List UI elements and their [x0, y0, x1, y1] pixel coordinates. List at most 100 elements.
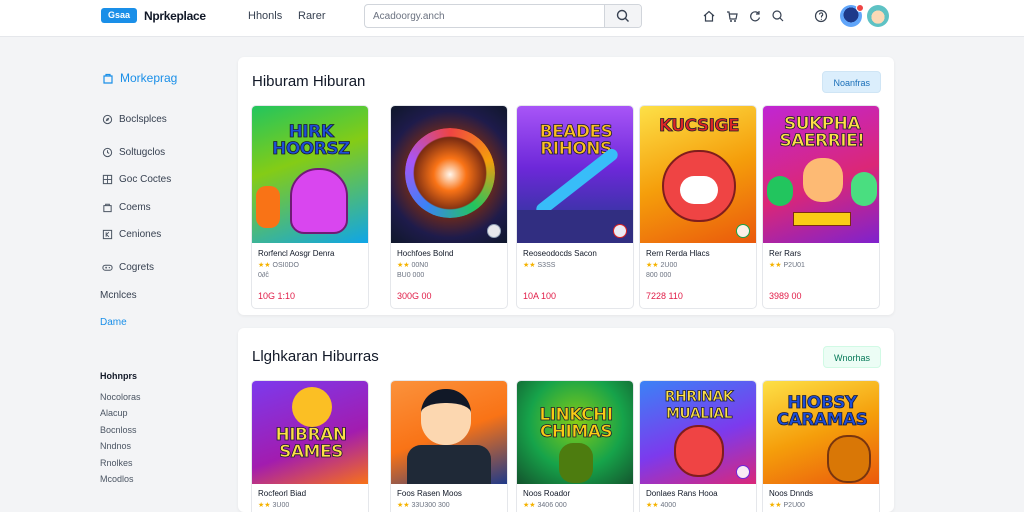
character-art: [421, 389, 471, 445]
game-thumbnail: HIRK HOORSZ: [252, 106, 368, 243]
game-card[interactable]: KUCSIGE Rern Rerda Hlacs ★★ 2U00 800 000…: [639, 105, 757, 309]
sidebar-item-6[interactable]: Cogrets: [102, 262, 154, 273]
game-name: Noos Roador: [523, 489, 571, 498]
game-card[interactable]: Hochfoes Bolnd ★★ 00N0 BU0 000 300G 00: [390, 105, 508, 309]
nav-link-2[interactable]: Rarer: [298, 10, 326, 22]
game-card[interactable]: SUKPHA SAERRIE! Rer Rars ★★ P2U01 3989 0…: [762, 105, 880, 309]
logo-badge[interactable]: Gsaa: [101, 8, 137, 23]
k-icon: [102, 229, 113, 240]
character-art: [803, 158, 843, 202]
bag-icon: [103, 203, 112, 213]
game-art-title: LINKCHI CHIMAS: [539, 405, 614, 442]
play-icon: [613, 224, 627, 238]
gamepad-icon: [102, 264, 113, 271]
section-title: Llghkaran Hiburras: [252, 348, 379, 365]
game-thumbnail: LINKCHI CHIMAS: [517, 381, 633, 484]
refresh-icon[interactable]: [748, 9, 762, 23]
game-art-title: HIRK HOORSZ: [272, 122, 351, 159]
search-icon[interactable]: [771, 9, 785, 23]
play-icon: [736, 224, 750, 238]
sign-art: [793, 212, 851, 226]
game-extra: 800 000: [646, 272, 672, 279]
section-more-button[interactable]: Noanfras: [822, 71, 881, 93]
search-input[interactable]: [365, 5, 605, 27]
help-icon[interactable]: [814, 9, 828, 23]
game-card[interactable]: LINKCHI CHIMAS Noos Roador ★★ 3406 000: [516, 380, 634, 512]
character-art: [851, 172, 877, 206]
play-icon: [736, 465, 750, 479]
game-rating: ★★ P2U01: [769, 262, 805, 269]
game-rating: ★★ P2U00: [769, 502, 805, 509]
sidebar-item-plain[interactable]: Mcnlces: [100, 290, 137, 301]
character-art: [674, 425, 724, 477]
sidebar-item-label: Ceniones: [119, 229, 162, 240]
sidebar-item-label: Cogrets: [119, 262, 155, 273]
logo-text[interactable]: Nprkeplace: [144, 9, 206, 23]
game-thumbnail: HIBRAN SAMES: [252, 381, 368, 484]
game-art-title: KUCSIGE: [658, 116, 740, 136]
game-card[interactable]: BEADES RIHONS Reoseodocds Sacon ★★ S3SS …: [516, 105, 634, 309]
sidebar-item-active[interactable]: Dame: [100, 317, 127, 328]
sidebar-title[interactable]: Morkeprag: [102, 71, 177, 85]
sidebar-item-1[interactable]: Boclsplces: [102, 114, 167, 125]
game-name: Foos Rasen Moos: [397, 489, 462, 498]
compass-icon: [102, 114, 113, 125]
sidebar-item-4[interactable]: Coems: [102, 202, 151, 213]
sidebar-subitem[interactable]: Rnolkes: [100, 458, 133, 468]
top-header: Gsaa Nprkeplace Hhonls Rarer: [0, 0, 1024, 37]
sidebar-item-3[interactable]: Goc Coctes: [102, 174, 171, 185]
character-face: [680, 176, 718, 204]
game-card[interactable]: HIBRAN SAMES Rocfeorl Biad ★★ 3U00: [251, 380, 369, 512]
sidebar-subitem[interactable]: Bocnloss: [100, 425, 137, 435]
game-price: 10A 100: [523, 291, 557, 301]
game-thumbnail: KUCSIGE: [640, 106, 756, 243]
game-art-title: HIOBSY CARAMAS: [776, 393, 868, 430]
home-icon[interactable]: [702, 9, 716, 23]
clock-icon: [102, 147, 113, 158]
game-rating: ★★ 2U00: [646, 262, 678, 269]
search-button[interactable]: [604, 5, 641, 27]
game-rating: ★★ 33U300 300: [397, 502, 450, 509]
game-price: 10G 1:10: [258, 291, 296, 301]
character-art: [559, 443, 593, 483]
game-rating: ★★ 3U00: [258, 502, 290, 509]
game-thumbnail: SUKPHA SAERRIE!: [763, 106, 879, 243]
cart-icon[interactable]: [725, 9, 739, 23]
game-card[interactable]: HIOBSY CARAMAS Noos Dnnds ★★ P2U00: [762, 380, 880, 512]
game-name: Noos Dnnds: [769, 489, 814, 498]
game-card[interactable]: RHRINAK MUALIAL Donlaes Rans Hooa ★★ 400…: [639, 380, 757, 512]
game-name: Hochfoes Bolnd: [397, 249, 454, 258]
game-name: Reoseodocds Sacon: [523, 249, 597, 258]
sidebar-item-5[interactable]: Ceniones: [102, 229, 161, 240]
game-thumbnail: [391, 381, 507, 484]
grid-icon: [102, 174, 113, 185]
user-avatar[interactable]: [867, 5, 889, 27]
game-card[interactable]: Foos Rasen Moos ★★ 33U300 300: [390, 380, 508, 512]
sidebar-subitem[interactable]: Nocoloras: [100, 392, 141, 402]
sidebar-title-label: Morkeprag: [120, 71, 178, 85]
game-thumbnail: HIOBSY CARAMAS: [763, 381, 879, 484]
sidebar-subitem[interactable]: Nndnos: [100, 441, 131, 451]
notification-badge: [856, 4, 864, 12]
game-art-title: HIBRAN SAMES: [275, 425, 347, 462]
sidebar-section-heading: Hohnprs: [100, 371, 137, 381]
game-art-title: SUKPHA SAERRIE!: [779, 114, 865, 151]
sidebar-item-2[interactable]: Soltugclos: [102, 147, 165, 158]
game-card[interactable]: HIRK HOORSZ Rorfencl Aosgr Denra ★★ OSI0…: [251, 105, 369, 309]
nav-link-1[interactable]: Hhonls: [248, 10, 282, 22]
sidebar-item-label: Boclsplces: [119, 114, 167, 125]
character-art: [767, 176, 793, 206]
search-bar: [364, 4, 642, 28]
character-art: [292, 387, 332, 427]
game-thumbnail: [391, 106, 507, 243]
game-name: Rocfeorl Biad: [258, 489, 307, 498]
sidebar-subitem[interactable]: Alacup: [100, 408, 128, 418]
sidebar-item-label: Goc Coctes: [119, 174, 172, 185]
character-body: [407, 445, 491, 484]
section-more-button[interactable]: Wnorhas: [822, 346, 881, 368]
game-art-title: RHRINAK MUALIAL: [664, 389, 734, 423]
game-name: Rorfencl Aosgr Denra: [258, 249, 335, 258]
game-name: Rern Rerda Hlacs: [646, 249, 710, 258]
game-rating: ★★ OSI0DO: [258, 262, 299, 269]
sidebar-subitem[interactable]: Mcodlos: [100, 474, 134, 484]
